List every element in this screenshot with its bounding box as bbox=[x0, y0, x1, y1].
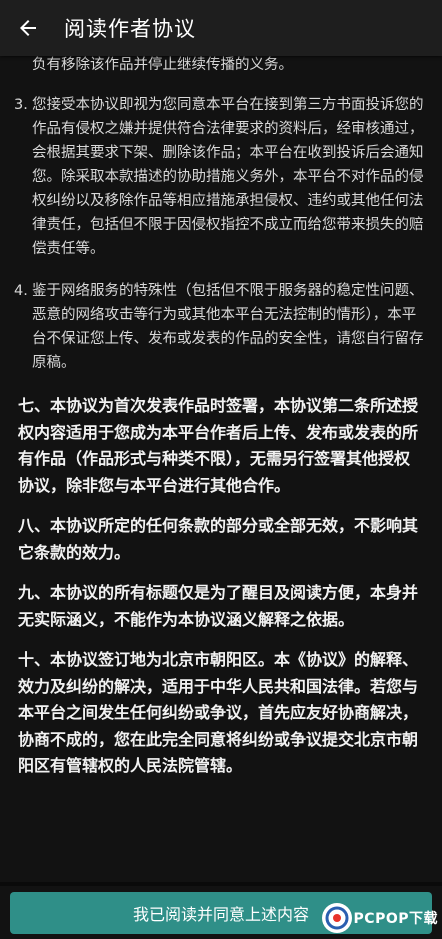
app-screen: 阅读作者协议 人乐控。住本平台保证在接到真实作者投诉并经审核通过后，负有移除该作… bbox=[0, 0, 442, 939]
agreement-content[interactable]: 人乐控。住本平台保证在接到真实作者投诉并经审核通过后，负有移除该作品并停止继续传… bbox=[0, 56, 442, 882]
watermark-text: PCPOP下载 bbox=[353, 911, 438, 927]
section-7: 七、本协议为首次发表作品时签署，本协议第二条所述授权内容适用于您成为本平台作者后… bbox=[18, 396, 419, 495]
section-9: 九、本协议的所有标题仅是为了醒目及阅读方便，本身并无实际涵义，不能作为本协议涵义… bbox=[18, 583, 419, 629]
pcpop-logo-icon bbox=[321, 903, 352, 933]
watermark: PCPOP下载 bbox=[321, 903, 438, 933]
top-app-bar: 阅读作者协议 bbox=[0, 0, 442, 56]
list-item-number: 3. bbox=[14, 97, 28, 113]
partial-paragraph: 人乐控。住本平台保证在接到真实作者投诉并经审核通过后，负有移除该作品并停止继续传… bbox=[32, 57, 293, 73]
list-item: 3. 您接受本协议即视为您同意本平台在接到第三方书面投诉您的作品有侵权之嫌并提供… bbox=[0, 93, 442, 261]
arrow-left-icon bbox=[20, 20, 36, 36]
page-title: 阅读作者协议 bbox=[64, 17, 196, 41]
list-item-text: 鉴于网络服务的特殊性（包括但不限于服务器的稳定性问题、恶意的网络攻击等行为或其他… bbox=[32, 283, 424, 371]
section-8: 八、本协议所定的任何条款的部分或全部无效，不影响其它条款的效力。 bbox=[18, 516, 419, 562]
agreement-scroll: 人乐控。住本平台保证在接到真实作者投诉并经审核通过后，负有移除该作品并停止继续传… bbox=[0, 56, 442, 794]
list-item-text: 您接受本协议即视为您同意本平台在接到第三方书面投诉您的作品有侵权之嫌并提供符合法… bbox=[32, 97, 424, 257]
agree-button-label: 我已阅读并同意上述内容 bbox=[132, 905, 309, 924]
list-item-number: 4. bbox=[14, 283, 28, 299]
section-10: 十、本协议签订地为北京市朝阳区。本《协议》的解释、效力及纠纷的解决，适用于中华人… bbox=[18, 650, 419, 775]
list-item: 4. 鉴于网络服务的特殊性（包括但不限于服务器的稳定性问题、恶意的网络攻击等行为… bbox=[0, 279, 442, 375]
back-button[interactable] bbox=[0, 0, 56, 56]
